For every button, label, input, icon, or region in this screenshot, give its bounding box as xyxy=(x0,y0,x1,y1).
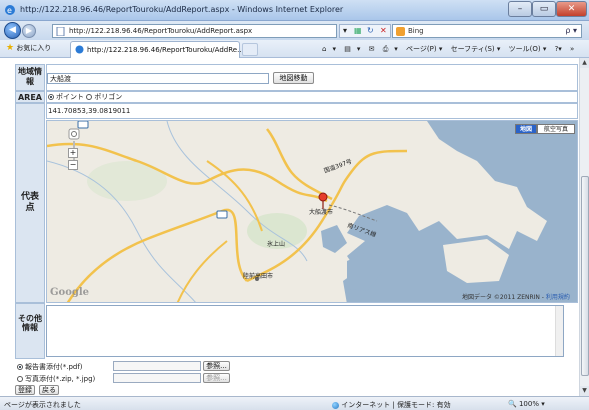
map-type-satellite-button[interactable]: 航空写真 xyxy=(537,124,575,134)
security-zone-label: インターネット | 保護モード: 有効 xyxy=(341,401,451,409)
photo-attach-row: 写真添付(*.zip, *.jpg) xyxy=(17,374,95,384)
map-view[interactable]: + − 地図 航空写真 大船渡市 氷上山 陸前高田市 南リアス線 国道397号 … xyxy=(46,120,578,303)
safety-menu[interactable]: セーフティ(S) ▾ xyxy=(451,45,501,53)
other-info-textarea[interactable] xyxy=(46,305,564,357)
feeds-icon[interactable]: ▤ xyxy=(344,45,351,53)
place-rikuzentakata: 陸前高田市 xyxy=(243,273,274,280)
url-text: http://122.218.96.46/ReportTouroku/AddRe… xyxy=(69,27,253,35)
area-option-point-label: ポイント xyxy=(56,93,84,101)
place-hikamiyama: 氷上山 xyxy=(267,241,286,248)
dropdown-icon[interactable]: ▾ xyxy=(343,26,347,35)
url-input[interactable]: http://122.218.96.46/ReportTouroku/AddRe… xyxy=(52,24,337,38)
photo-attach-radio[interactable] xyxy=(17,376,23,382)
other-label: その他情報 xyxy=(15,303,45,359)
scroll-down-arrow[interactable]: ▼ xyxy=(580,386,589,396)
radio-point[interactable] xyxy=(48,94,54,100)
report-attach-row: 報告書添付(*.pdf) xyxy=(17,362,83,372)
refresh-icon[interactable]: ↻ xyxy=(367,26,374,35)
more-menu[interactable]: » xyxy=(570,45,574,53)
report-browse-button[interactable]: 参照... xyxy=(203,361,230,371)
google-logo: Google xyxy=(50,287,90,298)
address-actions: ▾ ▦ ↻ ✕ xyxy=(339,24,391,38)
register-button[interactable]: 登録 xyxy=(15,385,35,395)
status-bar: ページが表示されました インターネット | 保護モード: 有効 🔍 100% ▾ xyxy=(0,396,589,410)
page-menu[interactable]: ページ(P) ▾ xyxy=(406,45,442,53)
globe-icon xyxy=(332,401,339,409)
map-copyright-text: 地図データ ©2011 ZENRIN - xyxy=(462,294,544,301)
zoom-out-button[interactable]: − xyxy=(68,160,78,170)
area-cell: ポイント ポリゴン xyxy=(46,91,578,103)
home-dropdown[interactable]: ▾ xyxy=(332,45,336,53)
area-option-polygon-label: ポリゴン xyxy=(94,93,123,101)
new-tab-button[interactable] xyxy=(242,43,258,56)
favorites-button[interactable]: ★ お気に入り xyxy=(6,43,51,53)
stop-icon[interactable]: ✕ xyxy=(380,26,387,35)
minimize-button[interactable]: – xyxy=(508,1,532,17)
map-terms-link[interactable]: 利用規約 xyxy=(546,294,570,301)
zoom-control[interactable]: 🔍 100% ▾ xyxy=(508,400,545,408)
search-icon[interactable]: ρ ▾ xyxy=(565,26,577,35)
photo-file-input[interactable] xyxy=(113,373,201,383)
area-option-polygon[interactable]: ポリゴン xyxy=(86,93,122,101)
scroll-up-arrow[interactable]: ▲ xyxy=(580,58,589,68)
zoom-level: 100% xyxy=(518,400,539,408)
region-cell: 大船渡 地図移動 xyxy=(46,64,578,91)
print-icon[interactable]: ⎙ xyxy=(383,45,389,53)
close-button[interactable]: ✕ xyxy=(556,1,587,17)
back-button[interactable]: ◀ xyxy=(4,22,21,39)
zoom-in-button[interactable]: + xyxy=(68,148,78,158)
area-option-point[interactable]: ポイント xyxy=(48,93,84,101)
forward-button[interactable]: ▶ xyxy=(22,24,36,38)
map-copyright: 地図データ ©2011 ZENRIN - 利用規約 xyxy=(462,292,570,301)
region-input[interactable]: 大船渡 xyxy=(47,73,269,84)
place-ofunato: 大船渡市 xyxy=(309,209,334,216)
home-icon[interactable]: ⌂ xyxy=(322,45,326,53)
security-zone[interactable]: インターネット | 保護モード: 有効 xyxy=(332,400,451,410)
compat-view-icon[interactable]: ▦ xyxy=(354,26,362,35)
search-input[interactable]: Bing ρ ▾ xyxy=(392,24,582,38)
textarea-scrollbar[interactable] xyxy=(555,306,563,356)
svg-text:e: e xyxy=(7,6,12,15)
coordinates-text: 141.70853,39.0819011 xyxy=(46,103,578,119)
page-scrollbar[interactable]: ▲ ▼ xyxy=(579,58,589,396)
zoom-icon: 🔍 xyxy=(508,400,517,408)
page-content: 地域情報 大船渡 地図移動 AREA ポイント ポリゴン 141.70853,3… xyxy=(0,58,589,396)
representative-label: 代表点 xyxy=(20,192,39,213)
maximize-button[interactable]: ▭ xyxy=(532,1,556,17)
report-attach-label: 報告書添付(*.pdf) xyxy=(25,363,83,371)
tab-title: http://122.218.96.46/ReportTouroku/AddRe… xyxy=(87,46,244,54)
favorites-label: お気に入り xyxy=(16,44,52,52)
browser-tab[interactable]: http://122.218.96.46/ReportTouroku/AddRe… xyxy=(70,41,244,58)
page-icon xyxy=(56,27,65,36)
command-bar: ★ お気に入り http://122.218.96.46/ReportTouro… xyxy=(0,40,589,58)
search-provider: Bing xyxy=(408,27,424,35)
command-menu: ⌂ ▾ ▤ ▾ ✉ ⎙ ▾ ページ(P) ▾ セーフティ(S) ▾ ツール(O) ▾ … xyxy=(322,44,580,54)
photo-attach-label: 写真添付(*.zip, *.jpg) xyxy=(25,375,96,383)
scroll-thumb[interactable] xyxy=(581,176,589,376)
report-file-input[interactable] xyxy=(113,361,201,371)
address-bar: ◀ ▶ http://122.218.96.46/ReportTouroku/A… xyxy=(0,21,589,40)
tools-menu[interactable]: ツール(O) ▾ xyxy=(509,45,547,53)
window-title: http://122.218.96.46/ReportTouroku/AddRe… xyxy=(20,5,344,14)
star-icon: ★ xyxy=(6,43,15,53)
region-label: 地域情報 xyxy=(15,64,45,91)
report-form: 地域情報 大船渡 地図移動 AREA ポイント ポリゴン 141.70853,3… xyxy=(15,62,578,396)
ie-page-icon xyxy=(75,45,84,54)
mail-icon[interactable]: ✉ xyxy=(369,45,375,53)
print-dropdown[interactable]: ▾ xyxy=(394,45,398,53)
map-move-button[interactable]: 地図移動 xyxy=(273,72,314,84)
help-menu[interactable]: ?▾ xyxy=(555,45,562,53)
feeds-dropdown[interactable]: ▾ xyxy=(357,45,361,53)
map-type-map-button[interactable]: 地図 xyxy=(515,124,537,134)
bing-icon xyxy=(396,27,405,36)
status-text: ページが表示されました xyxy=(4,401,81,409)
report-attach-radio[interactable] xyxy=(17,364,23,370)
window-title-bar: e http://122.218.96.46/ReportTouroku/Add… xyxy=(0,0,589,21)
back-form-button[interactable]: 戻る xyxy=(39,385,59,395)
area-label: AREA xyxy=(15,91,45,103)
photo-browse-button[interactable]: 参照... xyxy=(203,373,230,383)
ie-logo-icon: e xyxy=(5,5,15,15)
radio-polygon[interactable] xyxy=(86,94,93,100)
